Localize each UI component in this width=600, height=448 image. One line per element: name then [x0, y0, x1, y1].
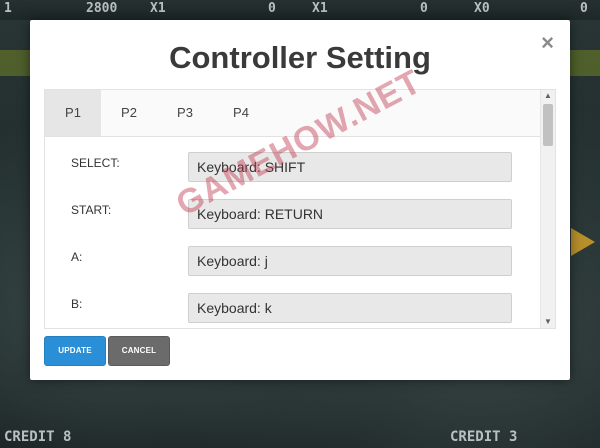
- game-hud-bottom: CREDIT 8 CREDIT 3: [0, 426, 600, 448]
- controller-setting-modal: Controller Setting × P1 P2 P3 P4 SELECT:…: [30, 20, 570, 380]
- hud-player4-lives: X0: [474, 1, 490, 16]
- hud-player2-lives: X1: [150, 1, 166, 16]
- start-label: START:: [71, 203, 112, 217]
- a-label: A:: [71, 250, 83, 264]
- modal-title: Controller Setting: [169, 40, 431, 75]
- b-binding-field[interactable]: Keyboard: k: [188, 293, 512, 323]
- hud-credit-left: CREDIT 8: [4, 429, 72, 445]
- hud-credit-right: CREDIT 3: [450, 429, 518, 445]
- tab-p4[interactable]: P4: [213, 90, 269, 136]
- chevron-down-icon[interactable]: ▼: [541, 316, 555, 328]
- close-icon[interactable]: ×: [541, 30, 554, 56]
- b-label: B:: [71, 297, 83, 311]
- game-hud-top: 1 2800 X1 0 X1 0 X0 0: [0, 0, 600, 20]
- hud-player4-score: 0: [580, 1, 588, 16]
- panel-scrollbar[interactable]: ▲ ▼: [540, 90, 555, 328]
- chevron-up-icon[interactable]: ▲: [541, 90, 555, 102]
- a-binding-field[interactable]: Keyboard: j: [188, 246, 512, 276]
- player-tabs: P1 P2 P3 P4: [45, 90, 541, 137]
- hud-right-bar: [570, 50, 600, 76]
- scroll-thumb[interactable]: [543, 104, 553, 146]
- select-binding-field[interactable]: Keyboard: SHIFT: [188, 152, 512, 182]
- start-binding-field[interactable]: Keyboard: RETURN: [188, 199, 512, 229]
- tab-p1[interactable]: P1: [45, 90, 101, 136]
- hud-player3-lives: X1: [312, 1, 328, 16]
- hud-player1-score: 2800: [86, 1, 118, 16]
- hud-player3-score: 0: [420, 1, 428, 16]
- settings-panel: P1 P2 P3 P4 SELECT: Keyboard: SHIFT STAR…: [44, 89, 556, 329]
- go-arrow-icon: [571, 228, 595, 256]
- cancel-button[interactable]: CANCEL: [108, 336, 170, 366]
- select-label: SELECT:: [71, 156, 120, 170]
- tab-p3[interactable]: P3: [157, 90, 213, 136]
- hud-player2-score: 0: [268, 1, 276, 16]
- update-button[interactable]: UPDATE: [44, 336, 106, 366]
- hud-player1-count: 1: [4, 1, 12, 16]
- tab-p2[interactable]: P2: [101, 90, 157, 136]
- hud-left-bar: [0, 50, 30, 76]
